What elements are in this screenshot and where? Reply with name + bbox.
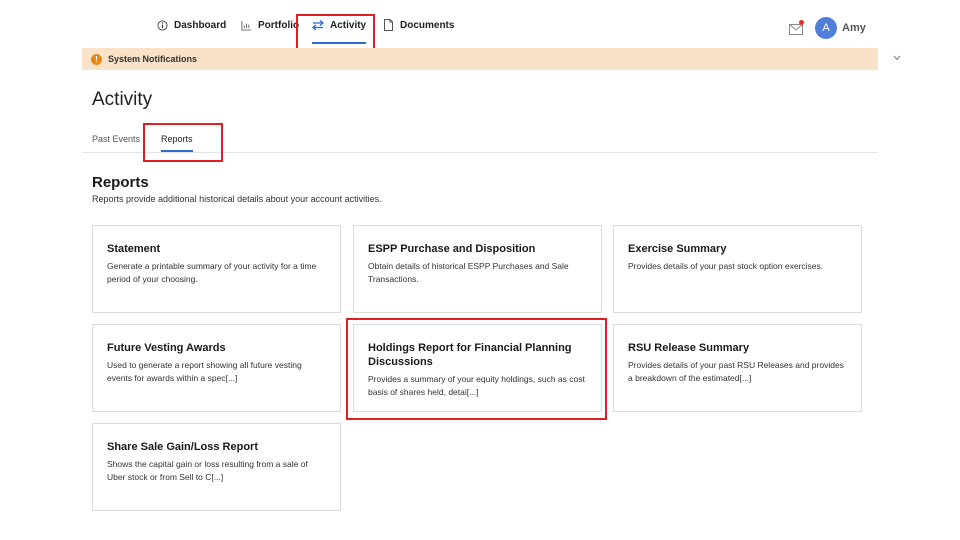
card-title: Statement (107, 243, 161, 255)
card-description: Used to generate a report showing all fu… (107, 360, 302, 383)
reports-description: Reports provide additional historical de… (92, 194, 382, 204)
card-description: Provides details of your past RSU Releas… (628, 360, 844, 383)
page-title: Activity (92, 89, 153, 110)
notification-dot (799, 20, 804, 25)
nav-dashboard-label: Dashboard (174, 19, 227, 31)
holdings-highlight-box (346, 318, 607, 420)
card-description: Obtain details of historical ESPP Purcha… (368, 261, 569, 284)
reports-heading: Reports (92, 174, 149, 191)
user-name[interactable]: Amy (842, 22, 866, 34)
card-title: ESPP Purchase and Disposition (368, 243, 536, 255)
reports-highlight-box (143, 123, 223, 162)
card-description: Shows the capital gain or loss resulting… (107, 459, 308, 482)
card-title: Share Sale Gain/Loss Report (107, 441, 258, 453)
card-title: RSU Release Summary (628, 342, 750, 354)
card-description: Provides details of your past stock opti… (628, 261, 824, 271)
card-title: Exercise Summary (628, 243, 727, 255)
report-card-statement[interactable]: Statement Generate a printable summary o… (92, 225, 341, 313)
warning-icon: ! (91, 53, 102, 65)
report-card-espp[interactable]: ESPP Purchase and Disposition Obtain det… (353, 225, 602, 313)
report-card-exercise-summary[interactable]: Exercise Summary Provides details of you… (613, 225, 862, 313)
report-card-rsu-release[interactable]: RSU Release Summary Provides details of … (613, 324, 862, 412)
chart-icon (240, 19, 252, 31)
nav-portfolio-label: Portfolio (258, 19, 300, 31)
nav-documents[interactable]: Documents (382, 15, 454, 35)
system-notifications-label: System Notifications (108, 54, 198, 64)
card-title: Future Vesting Awards (107, 342, 226, 354)
nav-portfolio[interactable]: Portfolio (240, 15, 299, 35)
report-card-future-vesting[interactable]: Future Vesting Awards Used to generate a… (92, 324, 341, 412)
system-notifications-bar[interactable]: ! System Notifications (82, 48, 901, 70)
info-circle-icon (156, 19, 168, 31)
nav-documents-label: Documents (400, 19, 455, 31)
nav-dashboard[interactable]: Dashboard (156, 15, 226, 35)
report-card-share-sale[interactable]: Share Sale Gain/Loss Report Shows the ca… (92, 423, 341, 511)
chevron-down-icon[interactable] (893, 53, 901, 64)
card-description: Generate a printable summary of your act… (107, 261, 317, 284)
tab-past-events[interactable]: Past Events (92, 134, 140, 144)
document-icon (382, 19, 394, 31)
avatar[interactable]: A (815, 17, 837, 39)
